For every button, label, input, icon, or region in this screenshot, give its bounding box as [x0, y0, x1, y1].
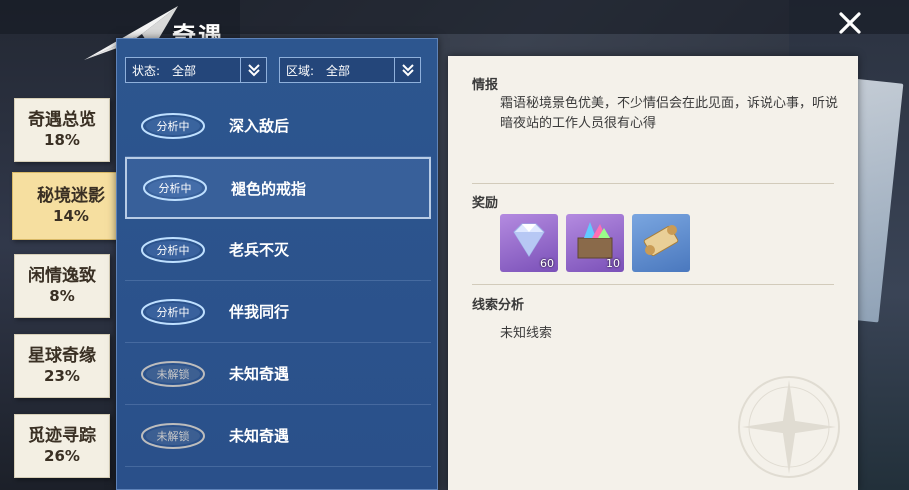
encounter-row[interactable]: 分析中 伴我同行	[125, 281, 431, 343]
state-filter-value: 全部	[172, 63, 197, 78]
encounter-name: 未知奇遇	[229, 365, 290, 383]
status-badge: 分析中	[139, 297, 207, 327]
crystal-box-icon	[577, 222, 613, 259]
state-filter-dropdown[interactable]: 状态: 全部	[125, 57, 267, 83]
reward-item-crystal-box[interactable]: 10	[566, 214, 624, 272]
encounter-name: 老兵不灭	[229, 241, 290, 259]
category-tab-leisure[interactable]: 闲情逸致 8%	[14, 254, 110, 318]
compass-rose-icon	[738, 376, 840, 478]
scroll-icon	[643, 225, 679, 257]
encounter-list-panel: 状态: 全部 区域: 全部 分析中 深入敌后 分析中 褪色的戒指 分析中 老兵不…	[116, 38, 438, 490]
category-name: 星球奇缘	[28, 346, 96, 366]
double-chevron-down-icon	[394, 57, 420, 83]
filter-bar: 状态: 全部 区域: 全部	[125, 57, 431, 83]
encounter-detail-panel: 情报 霜语秘境景色优美，不少情侣会在此见面，诉说心事，听说暗夜站的工作人员很有心…	[448, 56, 858, 490]
category-name: 奇遇总览	[28, 110, 96, 130]
intel-text: 霜语秘境景色优美，不少情侣会在此见面，诉说心事，听说暗夜站的工作人员很有心得	[500, 96, 839, 131]
region-filter-dropdown[interactable]: 区域: 全部	[279, 57, 421, 83]
category-tab-secret-realm[interactable]: 秘境迷影 14%	[12, 172, 130, 240]
status-text: 分析中	[158, 182, 192, 195]
encounter-name: 伴我同行	[229, 303, 290, 321]
status-badge: 未解锁	[139, 359, 207, 389]
category-tab-tracking[interactable]: 觅迹寻踪 26%	[14, 414, 110, 478]
status-text: 未解锁	[156, 367, 190, 381]
status-text: 分析中	[156, 243, 190, 257]
status-badge: 分析中	[139, 111, 207, 141]
double-chevron-down-icon	[240, 57, 266, 83]
encounter-name: 未知奇遇	[229, 427, 290, 445]
reward-item-scroll[interactable]	[632, 214, 690, 272]
status-text: 分析中	[156, 305, 190, 319]
state-filter-label: 状态:	[132, 63, 161, 78]
encounter-row[interactable]: 未解锁 未知奇遇	[125, 343, 431, 405]
intel-title: 情报	[472, 78, 499, 93]
category-tab-overview[interactable]: 奇遇总览 18%	[14, 98, 110, 162]
status-text: 分析中	[156, 119, 190, 133]
divider	[472, 284, 834, 285]
status-text: 未解锁	[156, 429, 190, 443]
category-name: 觅迹寻踪	[28, 426, 96, 446]
encounter-row[interactable]: 分析中 深入敌后	[125, 95, 431, 157]
diamond-icon	[513, 223, 545, 257]
status-badge: 分析中	[141, 173, 209, 203]
category-percent: 23%	[44, 367, 80, 385]
encounter-list: 分析中 深入敌后 分析中 褪色的戒指 分析中 老兵不灭 分析中 伴我同行 未解锁…	[125, 95, 431, 467]
reward-item-diamond[interactable]: 60	[500, 214, 558, 272]
category-name: 闲情逸致	[28, 266, 96, 286]
status-badge: 未解锁	[139, 421, 207, 451]
category-name: 秘境迷影	[37, 186, 105, 206]
encounter-row-selected[interactable]: 分析中 褪色的戒指	[125, 157, 431, 219]
category-percent: 14%	[53, 207, 89, 225]
encounter-name: 褪色的戒指	[231, 179, 307, 198]
encounter-row[interactable]: 未解锁 未知奇遇	[125, 405, 431, 467]
encounter-name: 深入敌后	[229, 117, 290, 135]
category-percent: 26%	[44, 447, 80, 465]
reward-quantity: 10	[606, 257, 620, 270]
region-filter-value: 全部	[326, 63, 351, 78]
clue-title: 线索分析	[472, 298, 525, 313]
reward-quantity: 60	[540, 257, 554, 270]
clue-text: 未知线索	[500, 326, 553, 341]
status-badge: 分析中	[139, 235, 207, 265]
category-percent: 8%	[49, 287, 75, 305]
category-percent: 18%	[44, 131, 80, 149]
reward-list: 60 10	[500, 214, 690, 272]
close-icon[interactable]	[837, 10, 863, 36]
region-filter-label: 区域:	[286, 63, 315, 78]
category-tab-planet[interactable]: 星球奇缘 23%	[14, 334, 110, 398]
reward-title: 奖励	[472, 196, 499, 211]
encounter-row[interactable]: 分析中 老兵不灭	[125, 219, 431, 281]
divider	[472, 183, 834, 184]
